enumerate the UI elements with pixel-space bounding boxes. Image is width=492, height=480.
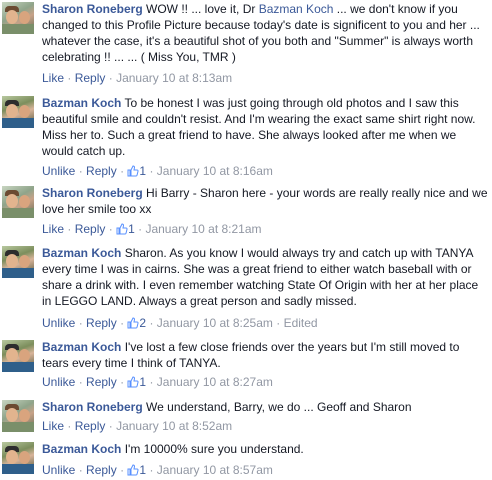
separator: · [67, 419, 72, 433]
comment: Sharon Roneberg We understand, Barry, we… [0, 398, 492, 434]
thumbs-up-icon[interactable] [127, 376, 139, 392]
avatar[interactable] [2, 400, 34, 432]
avatar[interactable] [2, 2, 34, 34]
edited-label[interactable]: Edited [284, 316, 318, 330]
separator: · [149, 375, 154, 389]
separator: · [108, 419, 113, 433]
separator: · [276, 316, 281, 330]
comment: Bazman Koch I'm 10000% sure you understa… [0, 440, 492, 478]
comment-body: Sharon Roneberg We understand, Barry, we… [42, 399, 488, 415]
separator: · [138, 222, 143, 236]
author-link[interactable]: Bazman Koch [42, 246, 121, 260]
separator: · [120, 164, 125, 178]
comment-meta: Unlike · Reply · 2 · January 10 at 8:25a… [42, 315, 488, 333]
comment-meta: Unlike · Reply · 1 · January 10 at 8:27a… [42, 374, 488, 392]
comment-meta: Like · Reply · 1 · January 10 at 8:21am [42, 221, 488, 239]
author-link[interactable]: Bazman Koch [42, 340, 121, 354]
timestamp[interactable]: January 10 at 8:52am [116, 419, 232, 433]
comment-meta: Like · Reply · January 10 at 8:13am [42, 70, 488, 86]
unlike-link[interactable]: Unlike [42, 463, 75, 477]
avatar[interactable] [2, 246, 34, 278]
timestamp[interactable]: January 10 at 8:21am [145, 222, 261, 236]
reply-link[interactable]: Reply [86, 463, 117, 477]
unlike-link[interactable]: Unlike [42, 375, 75, 389]
thumbs-up-icon[interactable] [116, 223, 128, 239]
thumbs-up-icon[interactable] [127, 165, 139, 181]
separator: · [78, 316, 83, 330]
timestamp[interactable]: January 10 at 8:16am [157, 164, 273, 178]
reply-link[interactable]: Reply [75, 222, 106, 236]
comment-text: I'm 10000% sure you understand. [121, 442, 304, 456]
like-count[interactable]: 2 [139, 316, 146, 330]
like-link[interactable]: Like [42, 419, 64, 433]
avatar[interactable] [2, 186, 34, 218]
author-link[interactable]: Bazman Koch [42, 96, 121, 110]
like-count[interactable]: 1 [139, 463, 146, 477]
like-count[interactable]: 1 [139, 375, 146, 389]
thumbs-up-icon[interactable] [127, 464, 139, 480]
comment-meta: Like · Reply · January 10 at 8:52am [42, 418, 488, 434]
timestamp[interactable]: January 10 at 8:13am [116, 71, 232, 85]
comment-body: Sharon Roneberg WOW !! ... love it, Dr B… [42, 1, 488, 65]
author-link[interactable]: Bazman Koch [42, 442, 121, 456]
like-link[interactable]: Like [42, 71, 64, 85]
separator: · [120, 316, 125, 330]
separator: · [67, 222, 72, 236]
author-link[interactable]: Sharon Roneberg [42, 2, 143, 16]
separator: · [149, 463, 154, 477]
comment: Sharon Roneberg WOW !! ... love it, Dr B… [0, 0, 492, 90]
separator: · [120, 375, 125, 389]
separator: · [78, 463, 83, 477]
separator: · [149, 164, 154, 178]
timestamp[interactable]: January 10 at 8:57am [157, 463, 273, 477]
comment-meta: Unlike · Reply · 1 · January 10 at 8:57a… [42, 462, 488, 480]
comment: Bazman Koch I've lost a few close friend… [0, 338, 492, 392]
thumbs-up-icon[interactable] [127, 317, 139, 333]
comment-body: Bazman Koch Sharon. As you know I would … [42, 245, 488, 309]
comment: Bazman Koch To be honest I was just goin… [0, 94, 492, 180]
comment-text: WOW !! ... love it, Dr [142, 2, 259, 16]
unlike-link[interactable]: Unlike [42, 164, 75, 178]
reply-link[interactable]: Reply [86, 375, 117, 389]
like-count[interactable]: 1 [139, 164, 146, 178]
timestamp[interactable]: January 10 at 8:27am [157, 375, 273, 389]
avatar[interactable] [2, 442, 34, 474]
comment-body: Bazman Koch I'm 10000% sure you understa… [42, 441, 488, 457]
like-link[interactable]: Like [42, 222, 64, 236]
separator: · [78, 164, 83, 178]
comment: Bazman Koch Sharon. As you know I would … [0, 244, 492, 332]
separator: · [120, 463, 125, 477]
like-count[interactable]: 1 [128, 222, 135, 236]
comment-body: Sharon Roneberg Hi Barry - Sharon here -… [42, 185, 488, 217]
avatar[interactable] [2, 96, 34, 128]
separator: · [108, 222, 113, 236]
timestamp[interactable]: January 10 at 8:25am [157, 316, 273, 330]
comment-meta: Unlike · Reply · 1 · January 10 at 8:16a… [42, 163, 488, 181]
comment: Sharon Roneberg Hi Barry - Sharon here -… [0, 184, 492, 238]
comment-body: Bazman Koch To be honest I was just goin… [42, 95, 488, 159]
author-link[interactable]: Sharon Roneberg [42, 400, 143, 414]
avatar[interactable] [2, 340, 34, 372]
separator: · [108, 71, 113, 85]
author-link[interactable]: Sharon Roneberg [42, 186, 143, 200]
reply-link[interactable]: Reply [75, 419, 106, 433]
comment-text: We understand, Barry, we do ... Geoff an… [142, 400, 412, 414]
comment-body: Bazman Koch I've lost a few close friend… [42, 339, 488, 371]
reply-link[interactable]: Reply [86, 164, 117, 178]
separator: · [67, 71, 72, 85]
reply-link[interactable]: Reply [75, 71, 106, 85]
separator: · [149, 316, 154, 330]
unlike-link[interactable]: Unlike [42, 316, 75, 330]
mention-link[interactable]: Bazman Koch [259, 2, 334, 16]
separator: · [78, 375, 83, 389]
reply-link[interactable]: Reply [86, 316, 117, 330]
